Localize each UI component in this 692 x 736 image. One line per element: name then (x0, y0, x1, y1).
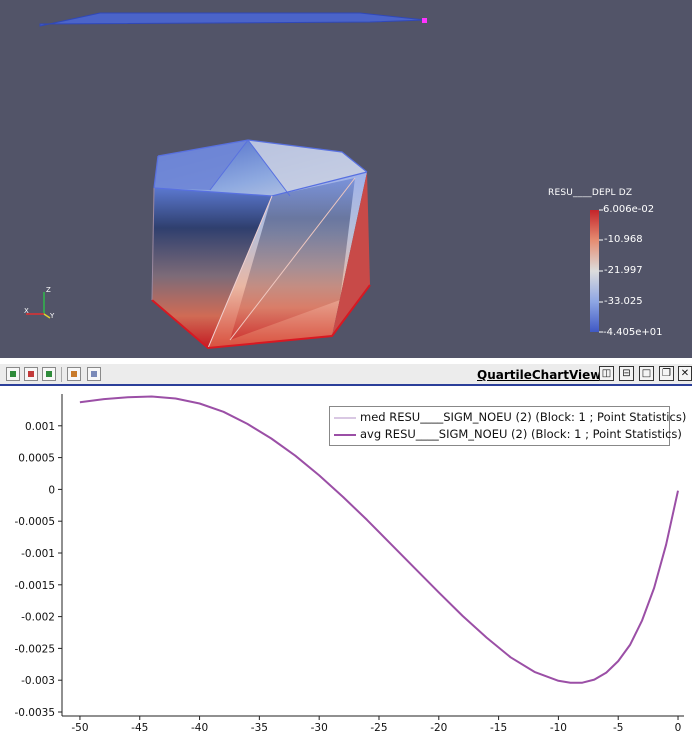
x-tick-label: -10 (550, 722, 567, 734)
y-tick-label: 0.0005 (18, 453, 55, 465)
select-cells-icon[interactable] (6, 367, 20, 381)
view-toolbar: QuartileChartView1 ◫ ⊟ □ ❐ ✕ (0, 364, 692, 386)
render-view[interactable]: Z X Y RESU____DEPL DZ 6.006e-02 -10.968 … (0, 0, 692, 358)
x-tick-label: -45 (131, 722, 148, 734)
y-tick-label: -0.0005 (14, 516, 55, 528)
close-icon[interactable]: ✕ (678, 366, 692, 381)
split-vertical-icon[interactable]: ⊟ (619, 366, 634, 381)
view-title[interactable]: QuartileChartView1 (477, 368, 610, 382)
cylinder-mesh (151, 139, 371, 350)
axis-z-label: Z (46, 286, 51, 294)
x-tick-label: -20 (430, 722, 447, 734)
axis-y-label: Y (49, 312, 55, 320)
split-horizontal-icon[interactable]: ◫ (599, 366, 614, 381)
x-tick-label: -5 (613, 722, 623, 734)
maximize-icon[interactable]: □ (639, 366, 654, 381)
x-tick-label: -35 (251, 722, 268, 734)
y-tick-label: -0.003 (21, 675, 55, 687)
y-tick-label: -0.0015 (14, 580, 55, 592)
render-scene: Z X Y (24, 12, 603, 350)
select-points-icon[interactable] (24, 367, 38, 381)
y-tick-label: -0.0035 (14, 707, 55, 719)
color-bar-label-4: -33.025 (604, 296, 643, 307)
y-tick-label: 0 (48, 484, 55, 496)
x-tick-label: 0 (675, 722, 682, 734)
clear-selection-icon[interactable] (87, 367, 101, 381)
color-bar-label-2: -10.968 (604, 234, 643, 245)
color-bar-ticks (599, 209, 603, 333)
legend-label-avg: avg RESU____SIGM_NOEU (2) (Block: 1 ; Po… (360, 427, 682, 441)
color-bar-title: RESU____DEPL DZ (548, 188, 633, 198)
x-tick-label: -15 (490, 722, 507, 734)
restore-icon[interactable]: ❐ (659, 366, 674, 381)
legend-swatch-med (334, 416, 356, 419)
x-tick-label: -25 (370, 722, 387, 734)
legend-swatch-avg (334, 433, 356, 436)
color-bar-label-3: -21.997 (604, 265, 643, 276)
color-bar (590, 210, 599, 332)
select-block-icon[interactable] (42, 367, 56, 381)
legend-entry-med: med RESU____SIGM_NOEU (2) (Block: 1 ; Po… (334, 410, 686, 426)
x-tick-label: -30 (311, 722, 328, 734)
plate-mesh (39, 12, 426, 27)
x-tick-label: -50 (71, 722, 88, 734)
chart-legend: med RESU____SIGM_NOEU (2) (Block: 1 ; Po… (329, 406, 686, 446)
x-tick-label: -40 (191, 722, 208, 734)
legend-label-med: med RESU____SIGM_NOEU (2) (Block: 1 ; Po… (360, 410, 687, 424)
selected-point-marker (422, 18, 427, 23)
color-bar-label-min: -4.405e+01 (603, 327, 663, 338)
color-bar-label-max: 6.006e-02 (603, 204, 655, 215)
toolbar-separator (61, 367, 62, 382)
y-tick-label: 0.001 (25, 421, 55, 433)
y-tick-label: -0.002 (21, 612, 55, 624)
y-tick-label: -0.0025 (14, 643, 55, 655)
y-tick-label: -0.001 (21, 548, 55, 560)
legend-entry-avg: avg RESU____SIGM_NOEU (2) (Block: 1 ; Po… (334, 427, 682, 443)
orientation-axes: Z X Y (24, 286, 55, 320)
chart-view[interactable]: 0.001 0.0005 0 -0.0005 -0.001 -0.0015 -0.002 -0… (0, 388, 692, 736)
axis-x-label: X (24, 307, 29, 315)
frustum-select-icon[interactable] (67, 367, 81, 381)
